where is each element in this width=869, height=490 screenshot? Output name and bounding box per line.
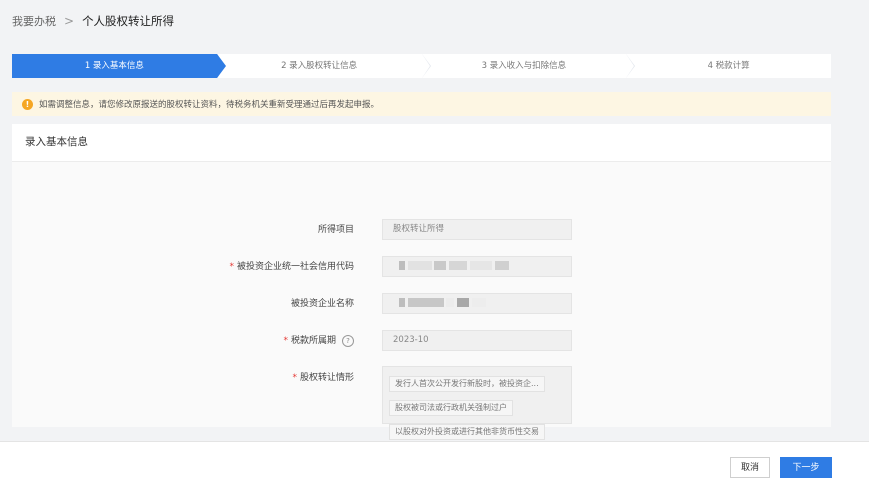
income-item-label: 所得项目: [317, 225, 354, 235]
cancel-button[interactable]: 取消: [730, 457, 770, 478]
tax-period-label: 税款所属期: [290, 336, 336, 346]
form-body: 所得项目 股权转让所得 * 被投资企业统一社会信用代码 被投资企业名称 * 税款…: [12, 162, 831, 440]
notice-banner: ! 如需调整信息，请您修改原报送的股权转让资料，待税务机关重新受理通过后再发起申…: [12, 92, 831, 116]
step-4-label: 4 税款计算: [707, 61, 750, 71]
credit-code-label: 被投资企业统一社会信用代码: [236, 262, 354, 272]
credit-code-field: [382, 256, 572, 277]
income-item-field: 股权转让所得: [382, 219, 572, 240]
step-2-label: 2 录入股权转让信息: [281, 61, 358, 71]
breadcrumb-parent-link[interactable]: 我要办税: [12, 13, 56, 29]
footer-bar: 取消 下一步: [0, 442, 869, 490]
company-name-label: 被投资企业名称: [290, 299, 354, 309]
next-step-button[interactable]: 下一步: [780, 457, 832, 478]
basic-info-panel: 录入基本信息 所得项目 股权转让所得 * 被投资企业统一社会信用代码 被投资企业名…: [12, 124, 831, 440]
masked-value: [399, 298, 405, 307]
situation-tag: 发行人首次公开发行新股时，被投资企...: [389, 376, 545, 392]
required-mark: *: [292, 373, 297, 383]
required-mark: *: [229, 262, 234, 272]
breadcrumb: 我要办税 > 个人股权转让所得: [12, 12, 174, 30]
warning-icon: !: [22, 98, 33, 110]
step-2: 2 录入股权转让信息: [216, 54, 431, 78]
situation-tag: 以股权对外投资或进行其他非货币性交易: [389, 424, 545, 440]
help-icon[interactable]: ?: [342, 334, 354, 347]
company-name-field: [382, 293, 572, 314]
masked-value: [399, 261, 405, 270]
step-progress-bar: 1 录入基本信息 2 录入股权转让信息 3 录入收入与扣除信息 4 税款计算: [12, 54, 831, 78]
breadcrumb-separator: >: [64, 14, 75, 28]
transfer-situation-label: 股权转让情形: [299, 373, 354, 383]
step-4: 4 税款计算: [626, 54, 831, 78]
step-1-label: 1 录入基本信息: [84, 61, 144, 71]
step-1: 1 录入基本信息: [12, 54, 226, 78]
situation-tag: 股权被司法或行政机关强制过户: [389, 400, 513, 416]
required-mark: *: [283, 336, 288, 346]
panel-title: 录入基本信息: [12, 124, 831, 162]
step-3: 3 录入收入与扣除信息: [421, 54, 636, 78]
step-3-label: 3 录入收入与扣除信息: [481, 61, 567, 71]
breadcrumb-current: 个人股权转让所得: [82, 14, 175, 28]
tax-period-field: 2023-10: [382, 330, 572, 351]
transfer-situation-multiselect: 发行人首次公开发行新股时，被投资企... 股权被司法或行政机关强制过户 以股权对…: [382, 366, 572, 440]
notice-text: 如需调整信息，请您修改原报送的股权转让资料，待税务机关重新受理通过后再发起申报。: [39, 100, 380, 110]
